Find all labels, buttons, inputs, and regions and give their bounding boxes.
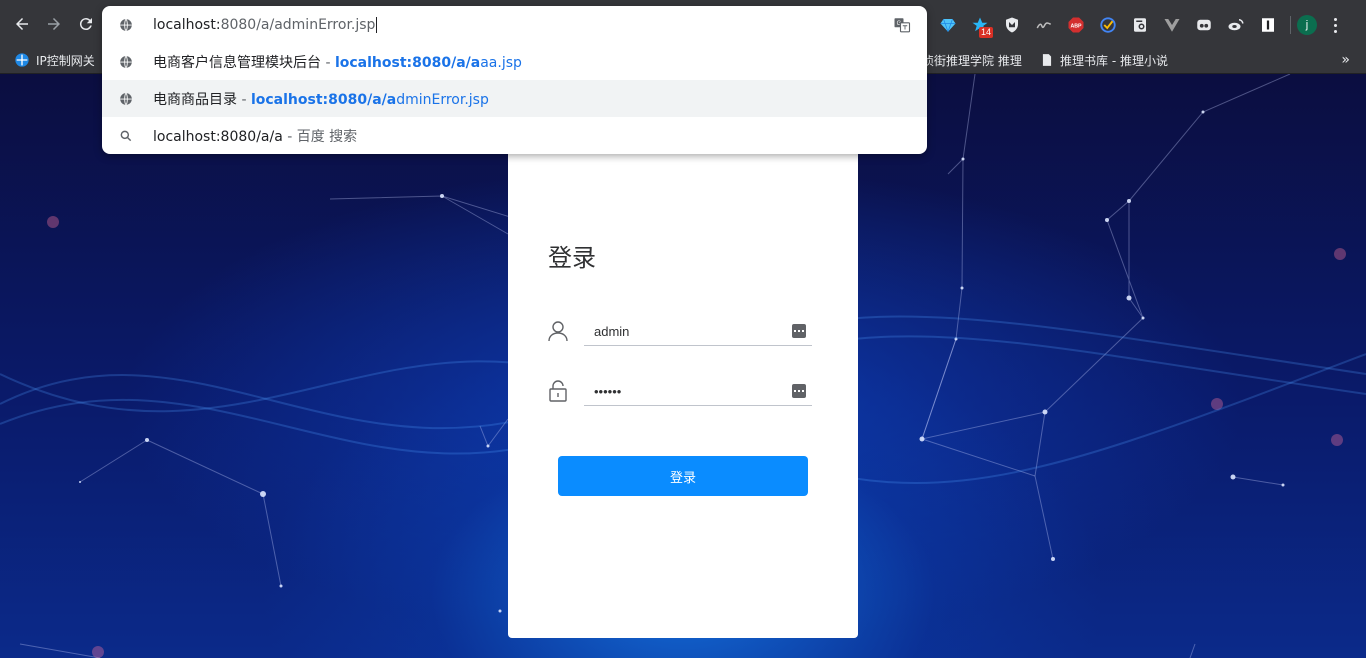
extension-tampermonkey[interactable] xyxy=(1028,12,1060,38)
extension-weibo[interactable] xyxy=(1220,12,1252,38)
toolbar-separator xyxy=(1290,16,1291,34)
extension-instapaper[interactable] xyxy=(1252,12,1284,38)
extensions-bar: 14 ABP j xyxy=(932,12,1347,38)
extension-adblock[interactable]: ABP xyxy=(1060,12,1092,38)
address-text[interactable]: localhost:8080/a/adminError.jsp xyxy=(153,16,378,33)
shield-icon xyxy=(1006,17,1018,33)
weibo-icon xyxy=(1228,19,1244,31)
bookmark-detective[interactable]: 侦街推理学院 推理 xyxy=(922,50,1022,70)
lock-icon xyxy=(548,380,568,402)
arrow-right-icon xyxy=(48,18,60,30)
extension-reader[interactable] xyxy=(1124,12,1156,38)
reload-button[interactable] xyxy=(74,12,98,36)
page-icon xyxy=(1042,54,1052,66)
globe-icon xyxy=(118,54,134,70)
network-icon xyxy=(15,53,29,67)
reader-icon xyxy=(1134,18,1146,32)
glasses-icon xyxy=(1197,19,1211,31)
extension-badge: 14 xyxy=(978,27,993,38)
suggestion-url-rest: dminError.jsp xyxy=(396,91,489,108)
suggestion-url-match: localhost:8080/a/a xyxy=(334,54,481,71)
bookmark-ip-gateway[interactable]: IP控制网关 xyxy=(14,50,95,70)
extension-check[interactable] xyxy=(1092,12,1124,38)
search-suggestion-row[interactable]: localhost:8080/a/a - 百度 搜索 xyxy=(102,117,927,154)
login-card: 登录 admin •••••• 登录 xyxy=(508,150,858,638)
extension-glasses[interactable] xyxy=(1188,12,1220,38)
vue-icon xyxy=(1164,19,1180,32)
bookmark-label: 侦街推理学院 推理 xyxy=(922,53,1022,68)
search-engine-label: 百度 搜索 xyxy=(296,128,358,145)
menu-button[interactable] xyxy=(1323,12,1347,38)
reload-icon xyxy=(79,18,92,31)
globe-icon xyxy=(118,17,134,33)
instapaper-icon xyxy=(1262,18,1274,32)
address-bar[interactable]: localhost:8080/a/adminError.jsp G xyxy=(102,6,927,43)
back-button[interactable] xyxy=(10,12,34,36)
bookmark-label: IP控制网关 xyxy=(36,53,95,68)
extension-vue[interactable] xyxy=(1156,12,1188,38)
autofill-key-icon[interactable] xyxy=(792,384,806,398)
globe-icon xyxy=(118,91,134,107)
gem-icon xyxy=(940,18,956,32)
suggestion-title: 电商客户信息管理模块后台 xyxy=(153,54,321,71)
search-query: localhost:8080/a/a xyxy=(153,128,283,145)
bookmarks-overflow-icon[interactable]: » xyxy=(1341,52,1350,68)
password-value: •••••• xyxy=(594,384,622,399)
extension-shield[interactable] xyxy=(996,12,1028,38)
suggestion-title: 电商商品目录 xyxy=(153,91,237,108)
profile-avatar[interactable]: j xyxy=(1297,15,1317,35)
bookmark-label: 推理书库 - 推理小说 xyxy=(1060,53,1168,68)
translate-icon[interactable]: G xyxy=(893,16,911,34)
omnibox-dropdown: localhost:8080/a/adminError.jsp G 电商客户信息… xyxy=(102,6,927,154)
password-input[interactable]: •••••• xyxy=(584,378,812,406)
suggestion-url-match: localhost:8080/a/a xyxy=(250,91,397,108)
login-title: 登录 xyxy=(548,244,596,272)
extension-star[interactable]: 14 xyxy=(964,12,996,38)
suggestion-row[interactable]: 电商客户信息管理模块后台 - localhost:8080/a/aaa.jsp xyxy=(102,43,927,80)
username-input[interactable]: admin xyxy=(584,318,812,346)
extension-gem[interactable] xyxy=(932,12,964,38)
login-button[interactable]: 登录 xyxy=(558,456,808,496)
check-circle-icon xyxy=(1100,17,1116,33)
user-icon xyxy=(548,320,568,342)
search-icon xyxy=(118,128,134,144)
autofill-key-icon[interactable] xyxy=(792,324,806,338)
forward-button[interactable] xyxy=(42,12,66,36)
suggestion-row-selected[interactable]: 电商商品目录 - localhost:8080/a/adminError.jsp xyxy=(102,80,927,117)
arrow-left-icon xyxy=(16,18,28,30)
bookmark-library[interactable]: 推理书库 - 推理小说 xyxy=(1040,50,1168,70)
suggestion-url-rest: aa.jsp xyxy=(480,54,522,71)
svg-text:ABP: ABP xyxy=(1070,23,1082,29)
username-value: admin xyxy=(594,324,630,339)
adblock-icon: ABP xyxy=(1068,17,1084,33)
signature-icon xyxy=(1036,22,1052,29)
